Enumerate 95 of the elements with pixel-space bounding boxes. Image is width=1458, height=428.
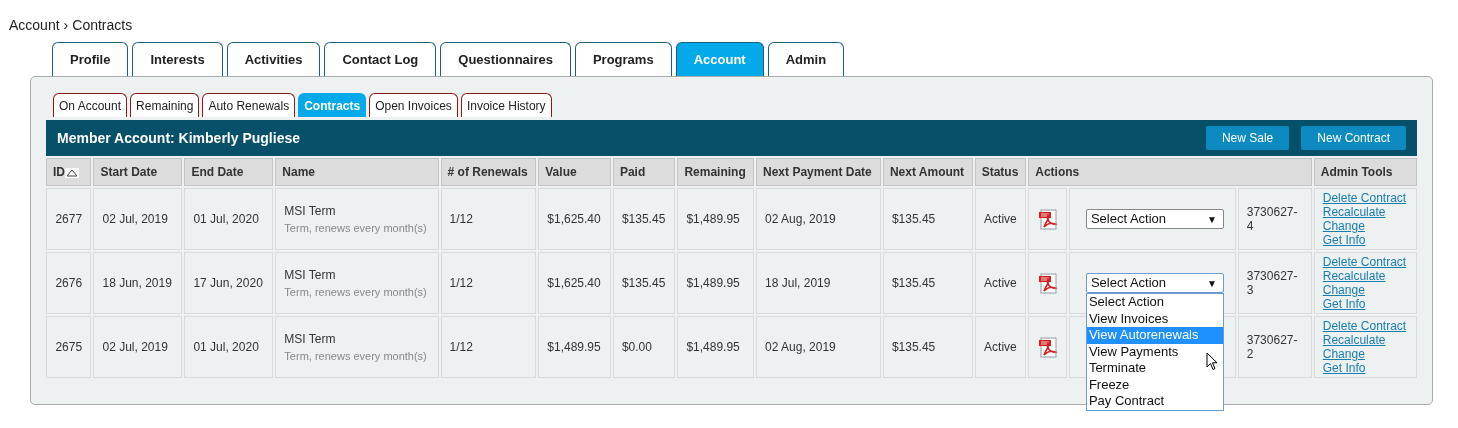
- contract-description: Term, renews every month(s): [284, 284, 428, 300]
- column-header: End Date: [184, 158, 274, 186]
- table-cell: 02 Jul, 2019: [93, 316, 183, 378]
- table-cell: 18 Jun, 2019: [93, 252, 183, 314]
- contract-description: Term, renews every month(s): [284, 348, 428, 364]
- column-header: Next Payment Date: [756, 158, 881, 186]
- table-cell: 02 Jul, 2019: [93, 188, 183, 250]
- column-header: Start Date: [93, 158, 183, 186]
- dropdown-option[interactable]: Freeze: [1086, 376, 1223, 393]
- column-header[interactable]: ID: [53, 163, 65, 181]
- table-cell: 02 Aug, 2019: [756, 316, 881, 378]
- admin-link[interactable]: Recalculate: [1322, 333, 1408, 347]
- sub-tab[interactable]: Auto Renewals: [202, 93, 296, 117]
- dropdown-option[interactable]: View Payments: [1086, 343, 1223, 360]
- table-cell: $1,489.95: [677, 188, 755, 250]
- admin-link[interactable]: Change: [1322, 283, 1408, 297]
- admin-link[interactable]: Change: [1322, 219, 1408, 233]
- table-cell: 2675: [46, 316, 92, 378]
- column-header: Status: [974, 158, 1027, 186]
- tab[interactable]: Activities: [226, 42, 321, 76]
- admin-link[interactable]: Get Info: [1322, 233, 1408, 247]
- column-header: Admin Tools: [1313, 158, 1417, 186]
- dropdown-option[interactable]: Terminate: [1086, 360, 1223, 377]
- contract-name: MSI Term: [284, 202, 337, 220]
- table-cell: $1,625.40: [538, 188, 611, 250]
- table-cell: $135.45: [882, 316, 973, 378]
- admin-link[interactable]: Get Info: [1322, 297, 1408, 311]
- table-cell: $135.45: [882, 188, 973, 250]
- dropdown-option[interactable]: Pay Contract: [1086, 393, 1223, 410]
- breadcrumb-current: Contracts: [72, 15, 133, 35]
- admin-link[interactable]: Delete Contract: [1322, 191, 1408, 205]
- table-cell: 1/12: [440, 188, 537, 250]
- column-header: Paid: [612, 158, 676, 186]
- tab[interactable]: Admin: [767, 42, 845, 76]
- table-cell: Active: [974, 316, 1027, 378]
- table-cell: Active: [974, 188, 1027, 250]
- sub-tab[interactable]: On Account: [53, 93, 128, 117]
- column-header: Actions: [1028, 158, 1312, 186]
- dropdown-option[interactable]: View Invoices: [1086, 310, 1223, 327]
- admin-link[interactable]: Delete Contract: [1322, 319, 1408, 333]
- table-cell: $135.45: [612, 188, 676, 250]
- table-cell: 3730627-3: [1237, 252, 1312, 314]
- sub-tab[interactable]: Invoice History: [460, 93, 552, 117]
- pdf-icon[interactable]: [1037, 272, 1058, 294]
- table-cell: 3730627-2: [1237, 316, 1312, 378]
- table-cell: $135.45: [612, 252, 676, 314]
- tab[interactable]: Interests: [132, 42, 223, 76]
- admin-link[interactable]: Delete Contract: [1322, 255, 1408, 269]
- admin-link[interactable]: Recalculate: [1322, 205, 1408, 219]
- admin-link[interactable]: Change: [1322, 347, 1408, 361]
- admin-link[interactable]: Recalculate: [1322, 269, 1408, 283]
- action-select[interactable]: Select Action ▼: [1085, 273, 1224, 293]
- table-cell: $135.45: [882, 252, 973, 314]
- pdf-icon[interactable]: [1037, 208, 1058, 230]
- tab[interactable]: Contact Log: [324, 42, 437, 76]
- sort-icon[interactable]: [65, 167, 79, 178]
- column-header: Value: [538, 158, 611, 186]
- table-cell: $1,489.95: [538, 316, 611, 378]
- dropdown-option[interactable]: Select Action: [1086, 294, 1223, 311]
- sub-tab[interactable]: Open Invoices: [369, 93, 458, 117]
- breadcrumb-link[interactable]: Account: [9, 14, 60, 36]
- header-button[interactable]: New Sale: [1205, 126, 1290, 150]
- table-cell: $1,489.95: [677, 316, 755, 378]
- column-header: Remaining: [677, 158, 755, 186]
- tab[interactable]: Programs: [574, 42, 672, 76]
- table-cell: 2676: [46, 252, 92, 314]
- contract-description: Term, renews every month(s): [284, 220, 428, 236]
- contract-name: MSI Term: [284, 266, 337, 284]
- table-cell: $0.00: [612, 316, 676, 378]
- table-cell: 01 Jul, 2020: [184, 316, 274, 378]
- table-cell: 1/12: [440, 252, 537, 314]
- table-cell: 3730627-4: [1237, 188, 1312, 250]
- member-account-title: Member Account: Kimberly Pugliese: [57, 128, 300, 148]
- tab[interactable]: Profile: [52, 42, 129, 76]
- mouse-cursor-icon: [1205, 352, 1218, 371]
- header-button[interactable]: New Contract: [1301, 126, 1406, 150]
- sub-tab[interactable]: Remaining: [130, 93, 200, 117]
- tab[interactable]: Questionnaires: [440, 42, 571, 76]
- table-cell: 18 Jul, 2019: [756, 252, 881, 314]
- pdf-icon[interactable]: [1037, 336, 1058, 358]
- table-cell: 1/12: [440, 316, 537, 378]
- column-header: # of Renewals: [440, 158, 537, 186]
- table-cell: 17 Jun, 2020: [184, 252, 274, 314]
- contract-name: MSI Term: [284, 330, 337, 348]
- breadcrumb-separator: ›: [63, 15, 69, 35]
- table-cell: $1,489.95: [677, 252, 755, 314]
- column-header: Name: [275, 158, 439, 186]
- table-cell: 2677: [46, 188, 92, 250]
- table-cell: Active: [974, 252, 1027, 314]
- column-header: Next Amount: [882, 158, 973, 186]
- action-select[interactable]: Select Action ▼: [1085, 209, 1224, 229]
- table-cell: 02 Aug, 2019: [756, 188, 881, 250]
- table-cell: $1,625.40: [538, 252, 611, 314]
- table-cell: 01 Jul, 2020: [184, 188, 274, 250]
- admin-link[interactable]: Get Info: [1322, 361, 1408, 375]
